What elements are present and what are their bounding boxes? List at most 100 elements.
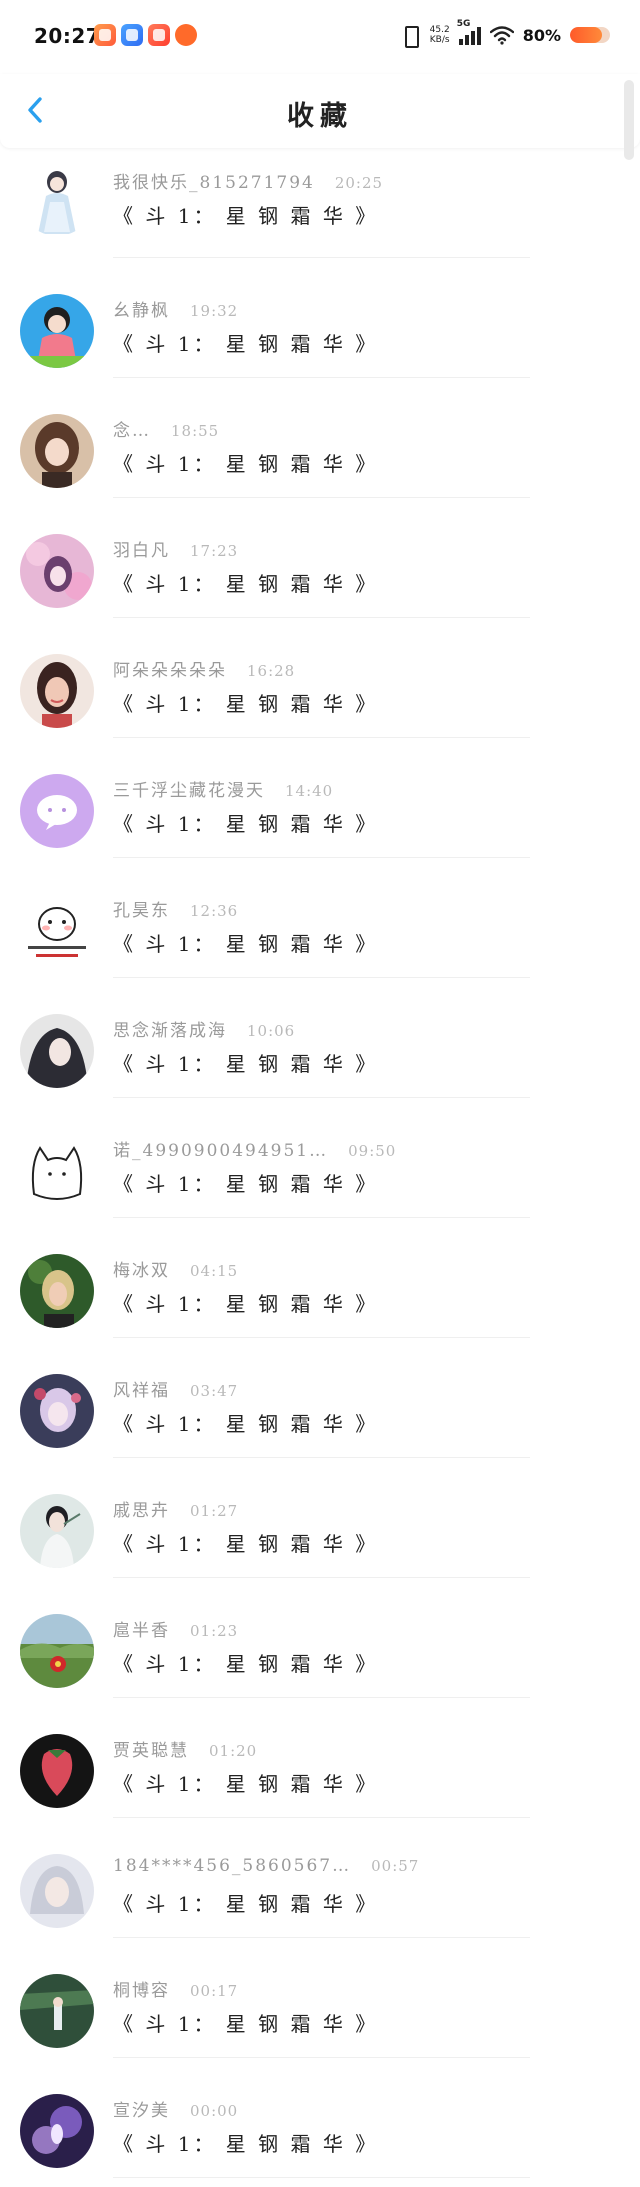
message-content: 《 斗 1： 星 钢 霜 华 》: [113, 932, 379, 956]
message-header: 宣汐美 00:00: [113, 2096, 238, 2121]
battery-icon: [570, 27, 610, 43]
sketch-cat-avatar: [20, 1134, 94, 1208]
message-time: 14:40: [285, 782, 334, 800]
anime-dark-hair-avatar: [20, 1014, 94, 1088]
list-item[interactable]: 诺_4990900494951… 09:50 《 斗 1： 星 钢 霜 华 》: [0, 1098, 640, 1218]
status-time: 20:27: [34, 24, 101, 48]
silver-hair-man-avatar: [20, 1854, 94, 1928]
photo-girl-avatar: [20, 654, 94, 728]
message-time: 18:55: [171, 422, 220, 440]
pumpkin-app-icon: [175, 24, 197, 46]
red-app-icon: [148, 24, 170, 46]
wifi-icon: [489, 25, 514, 45]
avatar[interactable]: [20, 2094, 94, 2168]
list-item[interactable]: 风祥福 03:47 《 斗 1： 星 钢 霜 华 》: [0, 1338, 640, 1458]
message-content: 《 斗 1： 星 钢 霜 华 》: [113, 452, 379, 476]
avatar[interactable]: [20, 162, 94, 236]
list-item[interactable]: 贾英聪慧 01:20 《 斗 1： 星 钢 霜 华 》: [0, 1698, 640, 1818]
message-time: 01:20: [209, 1742, 258, 1760]
ancient-style-man-avatar: [20, 1494, 94, 1568]
avatar[interactable]: [20, 294, 94, 368]
notification-icons: [94, 24, 197, 46]
sender-name: 宣汐美: [113, 2101, 170, 2121]
message-content: 《 斗 1： 星 钢 霜 华 》: [113, 204, 379, 228]
network-speed-value: 45.2: [429, 25, 450, 35]
list-item[interactable]: 梅冰双 04:15 《 斗 1： 星 钢 霜 华 》: [0, 1218, 640, 1338]
anime-girl-brown-hair-avatar: [20, 414, 94, 488]
message-time: 00:17: [190, 1982, 239, 2000]
message-time: 09:50: [348, 1142, 397, 1160]
message-header: 184****456_5860567… 00:57: [113, 1856, 419, 1876]
list-item[interactable]: 三千浮尘藏花漫天 14:40 《 斗 1： 星 钢 霜 华 》: [0, 738, 640, 858]
avatar[interactable]: [20, 1134, 94, 1208]
message-time: 20:25: [334, 174, 384, 192]
network-speed: 45.2 KB/s: [430, 25, 450, 45]
message-time: 19:32: [190, 302, 239, 320]
avatar[interactable]: [20, 1614, 94, 1688]
message-content: 《 斗 1： 星 钢 霜 华 》: [113, 1892, 379, 1916]
sender-name: 风祥福: [113, 1381, 170, 1401]
list-item[interactable]: 阿朵朵朵朵朵 16:28 《 斗 1： 星 钢 霜 华 》: [0, 618, 640, 738]
message-header: 梅冰双 04:15: [113, 1256, 238, 1281]
list-item[interactable]: 羽白凡 17:23 《 斗 1： 星 钢 霜 华 》: [0, 498, 640, 618]
list-item[interactable]: 宣汐美 00:00 《 斗 1： 星 钢 霜 华 》: [0, 2058, 640, 2178]
sender-name: 戚思卉: [113, 1501, 170, 1521]
message-time: 12:36: [190, 902, 239, 920]
sender-name: 我很快乐_815271794: [113, 173, 315, 193]
avatar[interactable]: [20, 1374, 94, 1448]
message-header: 诺_4990900494951… 09:50: [113, 1136, 396, 1161]
list-item[interactable]: 幺静枫 19:32 《 斗 1： 星 钢 霜 华 》: [0, 258, 640, 378]
network-type: 5G: [456, 19, 471, 29]
sender-name: 幺静枫: [113, 301, 170, 321]
list-item[interactable]: 念… 18:55 《 斗 1： 星 钢 霜 华 》: [0, 378, 640, 498]
avatar[interactable]: [20, 1734, 94, 1808]
network-speed-unit: KB/s: [429, 35, 450, 45]
list-item[interactable]: 戚思卉 01:27 《 斗 1： 星 钢 霜 华 》: [0, 1458, 640, 1578]
message-header: 风祥福 03:47: [113, 1376, 238, 1401]
avatar[interactable]: [20, 414, 94, 488]
sender-name: 思念渐落成海: [113, 1021, 227, 1041]
list-item[interactable]: 桐博容 00:17 《 斗 1： 星 钢 霜 华 》: [0, 1938, 640, 2058]
message-content: 《 斗 1： 星 钢 霜 华 》: [113, 1412, 379, 1436]
message-time: 04:15: [190, 1262, 239, 1280]
message-time: 00:57: [371, 1857, 420, 1875]
message-content: 《 斗 1： 星 钢 霜 华 》: [113, 2132, 379, 2156]
message-header: 孔昊东 12:36: [113, 896, 238, 921]
meme-face-avatar: [20, 894, 94, 968]
forest-girl-avatar: [20, 1974, 94, 2048]
list-item[interactable]: 孔昊东 12:36 《 斗 1： 星 钢 霜 华 》: [0, 858, 640, 978]
list-item[interactable]: 我很快乐_815271794 20:25 《 斗 1： 星 钢 霜 华 》: [0, 148, 640, 258]
message-content: 《 斗 1： 星 钢 霜 华 》: [113, 572, 379, 596]
avatar[interactable]: [20, 1974, 94, 2048]
message-time: 03:47: [190, 1382, 239, 1400]
message-content: 《 斗 1： 星 钢 霜 华 》: [113, 1172, 379, 1196]
message-header: 念… 18:55: [113, 416, 219, 441]
avatar[interactable]: [20, 1014, 94, 1088]
message-content: 《 斗 1： 星 钢 霜 华 》: [113, 1052, 379, 1076]
message-time: 00:00: [190, 2102, 239, 2120]
message-header: 扈半香 01:23: [113, 1616, 238, 1641]
list-item[interactable]: 184****456_5860567… 00:57 《 斗 1： 星 钢 霜 华 》: [0, 1818, 640, 1938]
avatar[interactable]: [20, 1494, 94, 1568]
avatar[interactable]: [20, 1854, 94, 1928]
page-title: 收藏: [287, 101, 353, 132]
message-header: 贾英聪慧 01:20: [113, 1736, 257, 1761]
anime-girl-white-dress-avatar: [20, 162, 94, 236]
sender-name: 贾英聪慧: [113, 1741, 189, 1761]
signal-icon: 5G: [457, 19, 481, 45]
avatar[interactable]: [20, 654, 94, 728]
avatar[interactable]: [20, 1254, 94, 1328]
list-item[interactable]: 扈半香 01:23 《 斗 1： 星 钢 霜 华 》: [0, 1578, 640, 1698]
message-header: 三千浮尘藏花漫天 14:40: [113, 776, 333, 801]
message-content: 《 斗 1： 星 钢 霜 华 》: [113, 1772, 379, 1796]
avatar[interactable]: [20, 534, 94, 608]
sender-name: 三千浮尘藏花漫天: [113, 781, 265, 801]
message-content: 《 斗 1： 星 钢 霜 华 》: [113, 1292, 379, 1316]
orange-app-icon: [94, 24, 116, 46]
avatar[interactable]: [20, 894, 94, 968]
sender-name: 诺_4990900494951…: [113, 1141, 329, 1161]
strawberry-avatar: [20, 1734, 94, 1808]
avatar[interactable]: [20, 774, 94, 848]
list-item[interactable]: 思念渐落成海 10:06 《 斗 1： 星 钢 霜 华 》: [0, 978, 640, 1098]
message-time: 01:23: [190, 1622, 239, 1640]
